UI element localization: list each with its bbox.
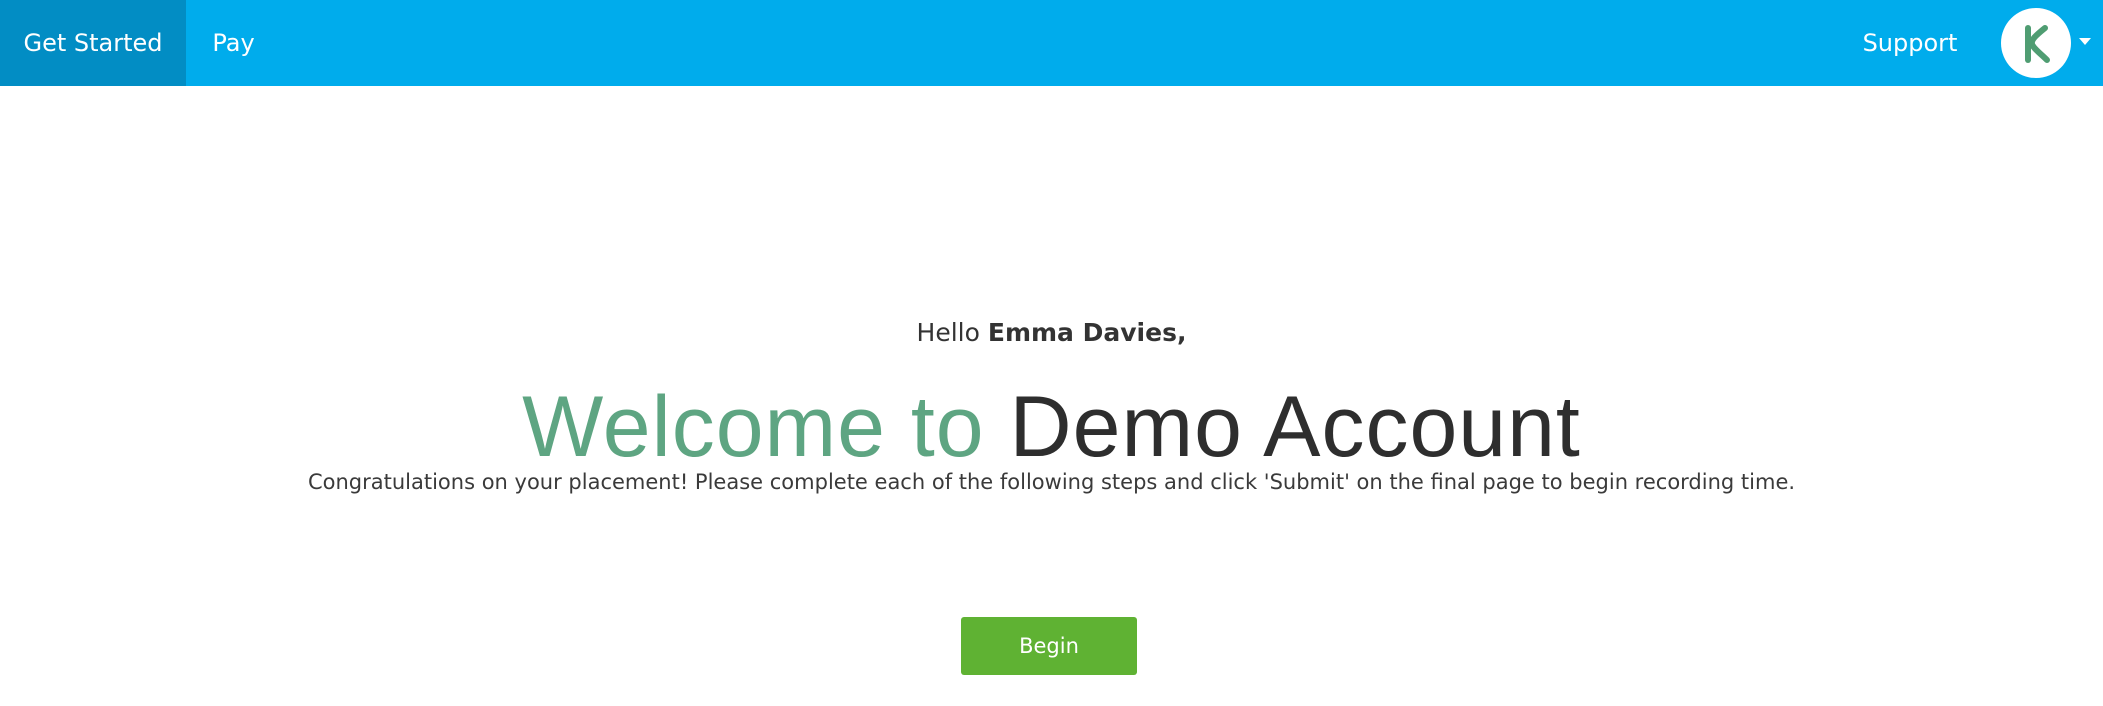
caret-down-icon[interactable] [2079,38,2091,45]
nav-support[interactable]: Support [1835,0,1985,86]
welcome-highlight: Welcome to [522,379,985,475]
main-content: Hello Emma Davies, Welcome to Demo Accou… [0,86,2103,706]
begin-button[interactable]: Begin [961,617,1137,675]
account-name: Demo Account [1009,379,1581,475]
logo-icon [2025,25,2050,63]
top-navbar: Get Started Pay Support [0,0,2103,86]
greeting: Hello Emma Davies, [0,318,2103,347]
page-title: Welcome to Demo Account [0,376,2103,479]
user-name: Emma Davies, [987,318,1187,347]
nav-pay[interactable]: Pay [186,0,281,86]
nav-get-started[interactable]: Get Started [0,0,186,86]
greeting-prefix: Hello [916,318,988,347]
congratulations-message: Congratulations on your placement! Pleas… [307,470,1796,494]
avatar[interactable] [2001,8,2071,78]
